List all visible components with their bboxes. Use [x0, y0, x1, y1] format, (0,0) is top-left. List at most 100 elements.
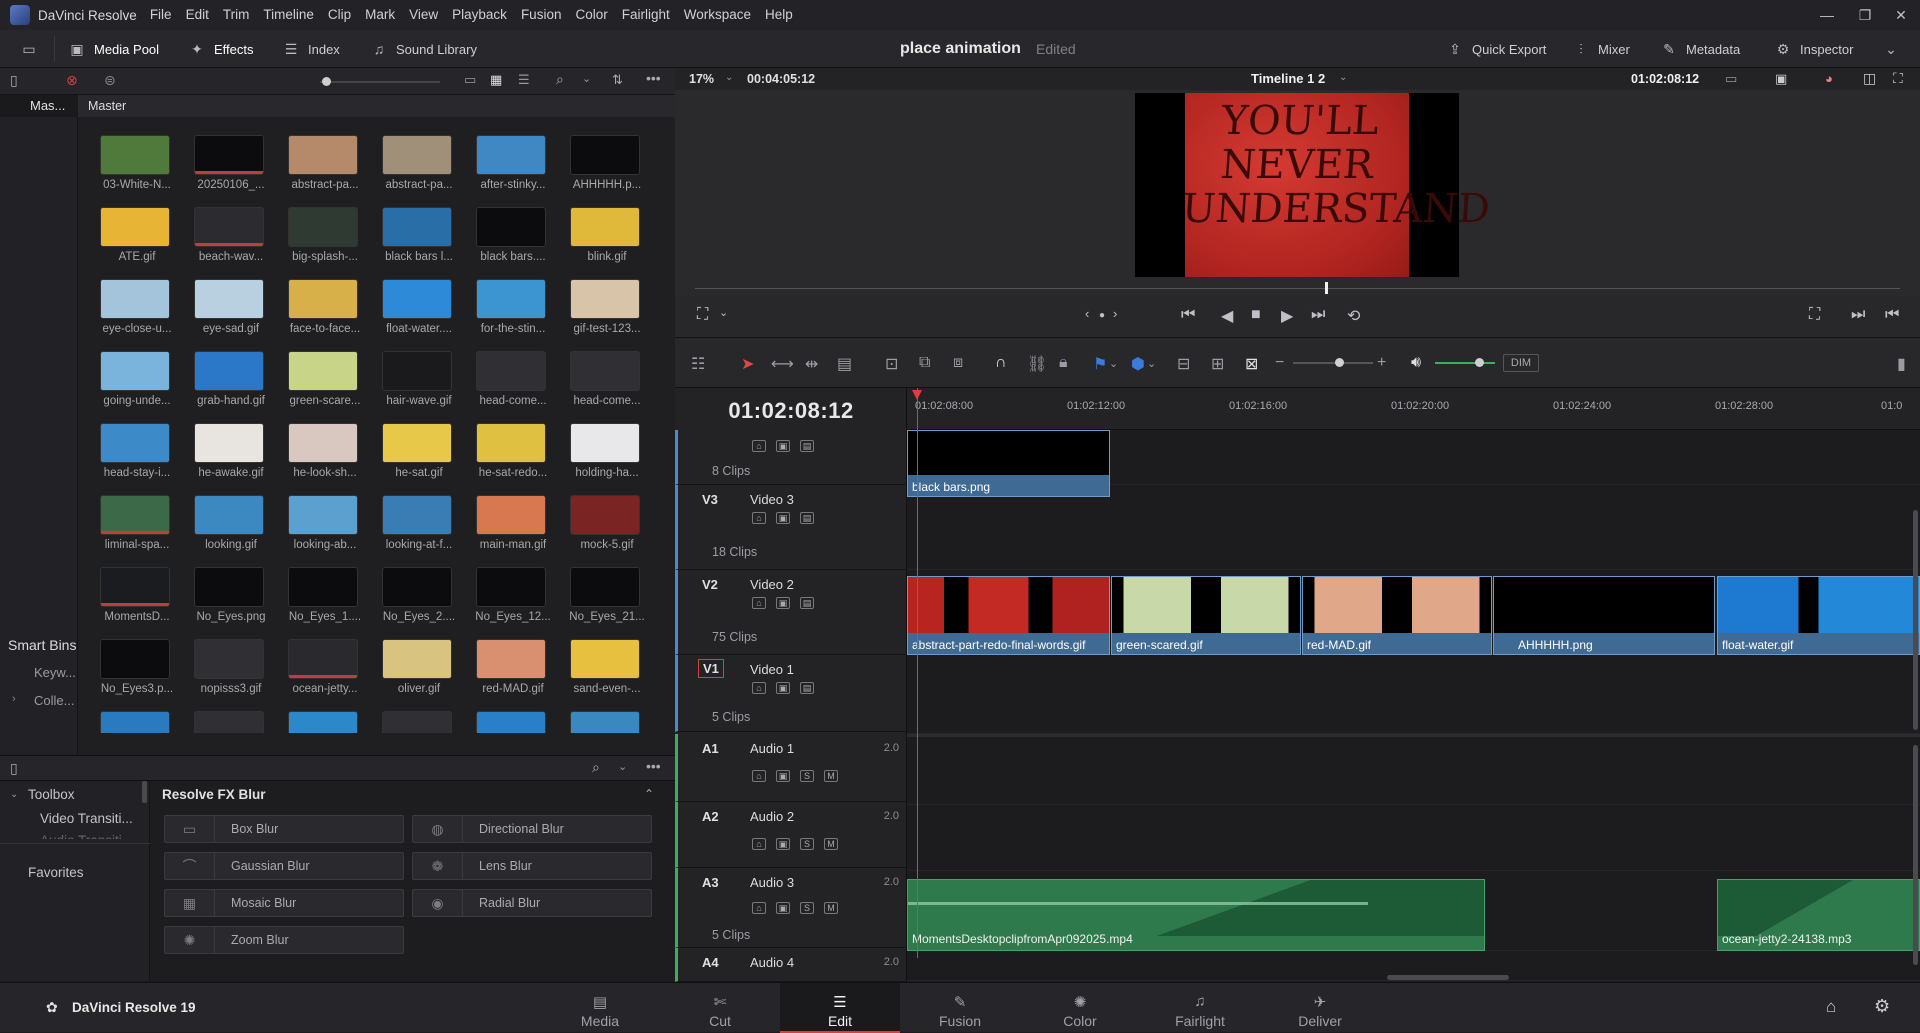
page-fairlight[interactable]: ♫ Fairlight [1140, 983, 1260, 1033]
media-clip[interactable] [560, 711, 648, 733]
dual-viewer-icon[interactable]: ◫ [1863, 70, 1876, 87]
effects-sidebar-icon[interactable]: ▯ [10, 760, 18, 777]
solo-button[interactable]: S [800, 902, 814, 914]
video-v-scrollbar[interactable] [1913, 510, 1918, 730]
expand-icon[interactable]: ⌄ [1882, 30, 1908, 68]
zoom-in-icon[interactable]: + [1377, 354, 1386, 372]
timeline-clip-abstract[interactable]: abstract-part-redo-final-words.gif [907, 576, 1110, 655]
slider-handle[interactable] [322, 77, 331, 86]
sound-library-button[interactable]: ♫ Sound Library [370, 30, 477, 68]
media-clip[interactable]: green-scare... [278, 351, 366, 423]
track-visibility-icon[interactable]: ▤ [800, 440, 814, 452]
viewer-mode-icon[interactable]: ▣ [1775, 71, 1787, 87]
timeline-clip-moments[interactable]: MomentsDesktopclipfromApr092025.mp4 [907, 879, 1485, 951]
media-clip[interactable]: he-awake.gif [184, 423, 272, 495]
media-clip[interactable]: black bars.... [466, 207, 554, 279]
media-clip[interactable] [466, 711, 554, 733]
selection-tool-icon[interactable]: ➤ [741, 354, 754, 374]
page-deliver[interactable]: ✈ Deliver [1260, 983, 1380, 1033]
media-clip[interactable]: ATE.gif [90, 207, 178, 279]
bin-master[interactable]: Mas... [0, 95, 78, 117]
smart-bin-keywords[interactable]: Keyw... [34, 665, 76, 680]
media-clip[interactable]: big-splash-... [278, 207, 366, 279]
track-header-a3[interactable]: A3 Audio 3 2.0 ⌂ ▣ S M 5 Clips [675, 868, 907, 948]
auto-select-icon[interactable]: ▣ [776, 682, 790, 694]
menu-mark[interactable]: Mark [358, 0, 402, 30]
settings-gear-icon[interactable]: ⚙ [1874, 996, 1890, 1017]
media-clip[interactable]: face-to-face... [278, 279, 366, 351]
page-edit[interactable]: ☰ Edit [780, 983, 900, 1033]
timeline-clip-green-scared[interactable]: green-scared.gif [1111, 576, 1301, 655]
media-clip[interactable]: looking-at-f... [372, 495, 460, 567]
safe-area-icon[interactable]: ⛶ [697, 306, 708, 324]
media-clip[interactable]: looking.gif [184, 495, 272, 567]
fx-directional-blur[interactable]: ◍ Directional Blur [412, 815, 652, 843]
play-reverse-icon[interactable]: ◀ [1221, 306, 1233, 326]
video-transitions-item[interactable]: Video Transiti... [40, 811, 133, 826]
timeline-clip-ocean-jetty[interactable]: ocean-jetty2-24138.mp3 [1717, 879, 1920, 951]
track-header-a4[interactable]: A4 Audio 4 2.0 [675, 948, 907, 982]
media-clip[interactable]: red-MAD.gif [466, 639, 554, 711]
mute-button[interactable]: M [824, 770, 838, 782]
play-icon[interactable]: ▶ [1281, 306, 1293, 326]
replace-clip-icon[interactable]: ⧈ [953, 354, 963, 372]
menu-view[interactable]: View [402, 0, 445, 30]
scrub-bar[interactable] [675, 280, 1920, 296]
media-clip[interactable]: looking-ab... [278, 495, 366, 567]
chevron-right-icon[interactable]: › [12, 693, 16, 705]
auto-select-icon[interactable]: ▣ [776, 597, 790, 609]
lock-icon[interactable]: ⌂ [752, 770, 766, 782]
zoom-custom-icon[interactable]: ⊠ [1245, 354, 1258, 374]
media-clip[interactable]: No_Eyes.png [184, 567, 272, 639]
mute-button[interactable]: M [824, 902, 838, 914]
chevron-down-icon[interactable]: ⌄ [10, 789, 18, 800]
media-clip[interactable]: he-sat-redo... [466, 423, 554, 495]
lock-icon[interactable]: ⌂ [752, 597, 766, 609]
fx-box-blur[interactable]: ▭ Box Blur [164, 815, 404, 843]
linked-selection-icon[interactable]: ⛓ [1027, 354, 1047, 374]
fx-radial-blur[interactable]: ◉ Radial Blur [412, 889, 652, 917]
timeline-clip-red-mad[interactable]: red-MAD.gif [1302, 576, 1492, 655]
auto-select-icon[interactable]: ▣ [776, 902, 790, 914]
fx-zoom-blur[interactable]: ✺ Zoom Blur [164, 926, 404, 954]
menu-workspace[interactable]: Workspace [677, 0, 758, 30]
lock-icon[interactable]: ⌂ [752, 682, 766, 694]
track-header-a2[interactable]: A2 Audio 2 2.0 ⌂ ▣ S M [675, 802, 907, 868]
zoom-out-icon[interactable]: − [1275, 354, 1284, 372]
inspector-button[interactable]: ⚙ Inspector [1774, 30, 1854, 68]
media-clip[interactable]: No_Eyes_1.... [278, 567, 366, 639]
track-header-a1[interactable]: A1 Audio 1 2.0 ⌂ ▣ S M [675, 734, 907, 802]
lock-icon[interactable]: ⌂ [752, 838, 766, 850]
track-id[interactable]: V1 [698, 659, 724, 678]
track-header-v2[interactable]: V2 Video 2 ⌂ ▣ ▤ 75 Clips [675, 570, 907, 655]
volume-icon[interactable]: 🔊︎ [1411, 354, 1421, 372]
media-clip[interactable]: beach-wav... [184, 207, 272, 279]
media-clip[interactable]: eye-sad.gif [184, 279, 272, 351]
media-clip[interactable]: holding-ha... [560, 423, 648, 495]
go-to-end-icon[interactable]: ⏭ [1311, 306, 1325, 324]
effects-more-icon[interactable]: ••• [646, 758, 661, 774]
media-clip[interactable]: head-stay-i... [90, 423, 178, 495]
page-color[interactable]: ✺ Color [1020, 983, 1140, 1033]
mute-button[interactable]: M [824, 838, 838, 850]
lock-icon[interactable]: ⌂ [752, 512, 766, 524]
media-clip[interactable]: for-the-stin... [466, 279, 554, 351]
media-clip[interactable]: nopisss3.gif [184, 639, 272, 711]
marker-icon[interactable]: ⬢ [1131, 354, 1145, 374]
media-clip[interactable]: blink.gif [560, 207, 648, 279]
media-clip[interactable]: 03-White-N... [90, 135, 178, 207]
media-clip[interactable]: mock-5.gif [560, 495, 648, 567]
close-icon[interactable]: ✕ [1882, 0, 1920, 30]
audio-transitions-item[interactable]: Audio Transiti... [40, 833, 133, 839]
index-button[interactable]: ☰ Index [282, 30, 340, 68]
tree-scrollbar[interactable] [142, 781, 147, 803]
media-clip[interactable]: liminal-spa... [90, 495, 178, 567]
fx-lens-blur[interactable]: ❁ Lens Blur [412, 852, 652, 880]
media-clip[interactable]: MomentsD... [90, 567, 178, 639]
workspace-layout-icon[interactable]: ▭ [20, 30, 46, 68]
zoom-level[interactable]: 17% [689, 72, 714, 86]
dynamic-trim-icon[interactable]: ⇹ [805, 354, 818, 374]
auto-select-icon[interactable]: ▣ [776, 770, 790, 782]
track-visibility-icon[interactable]: ▤ [800, 512, 814, 524]
track-visibility-icon[interactable]: ▤ [800, 682, 814, 694]
